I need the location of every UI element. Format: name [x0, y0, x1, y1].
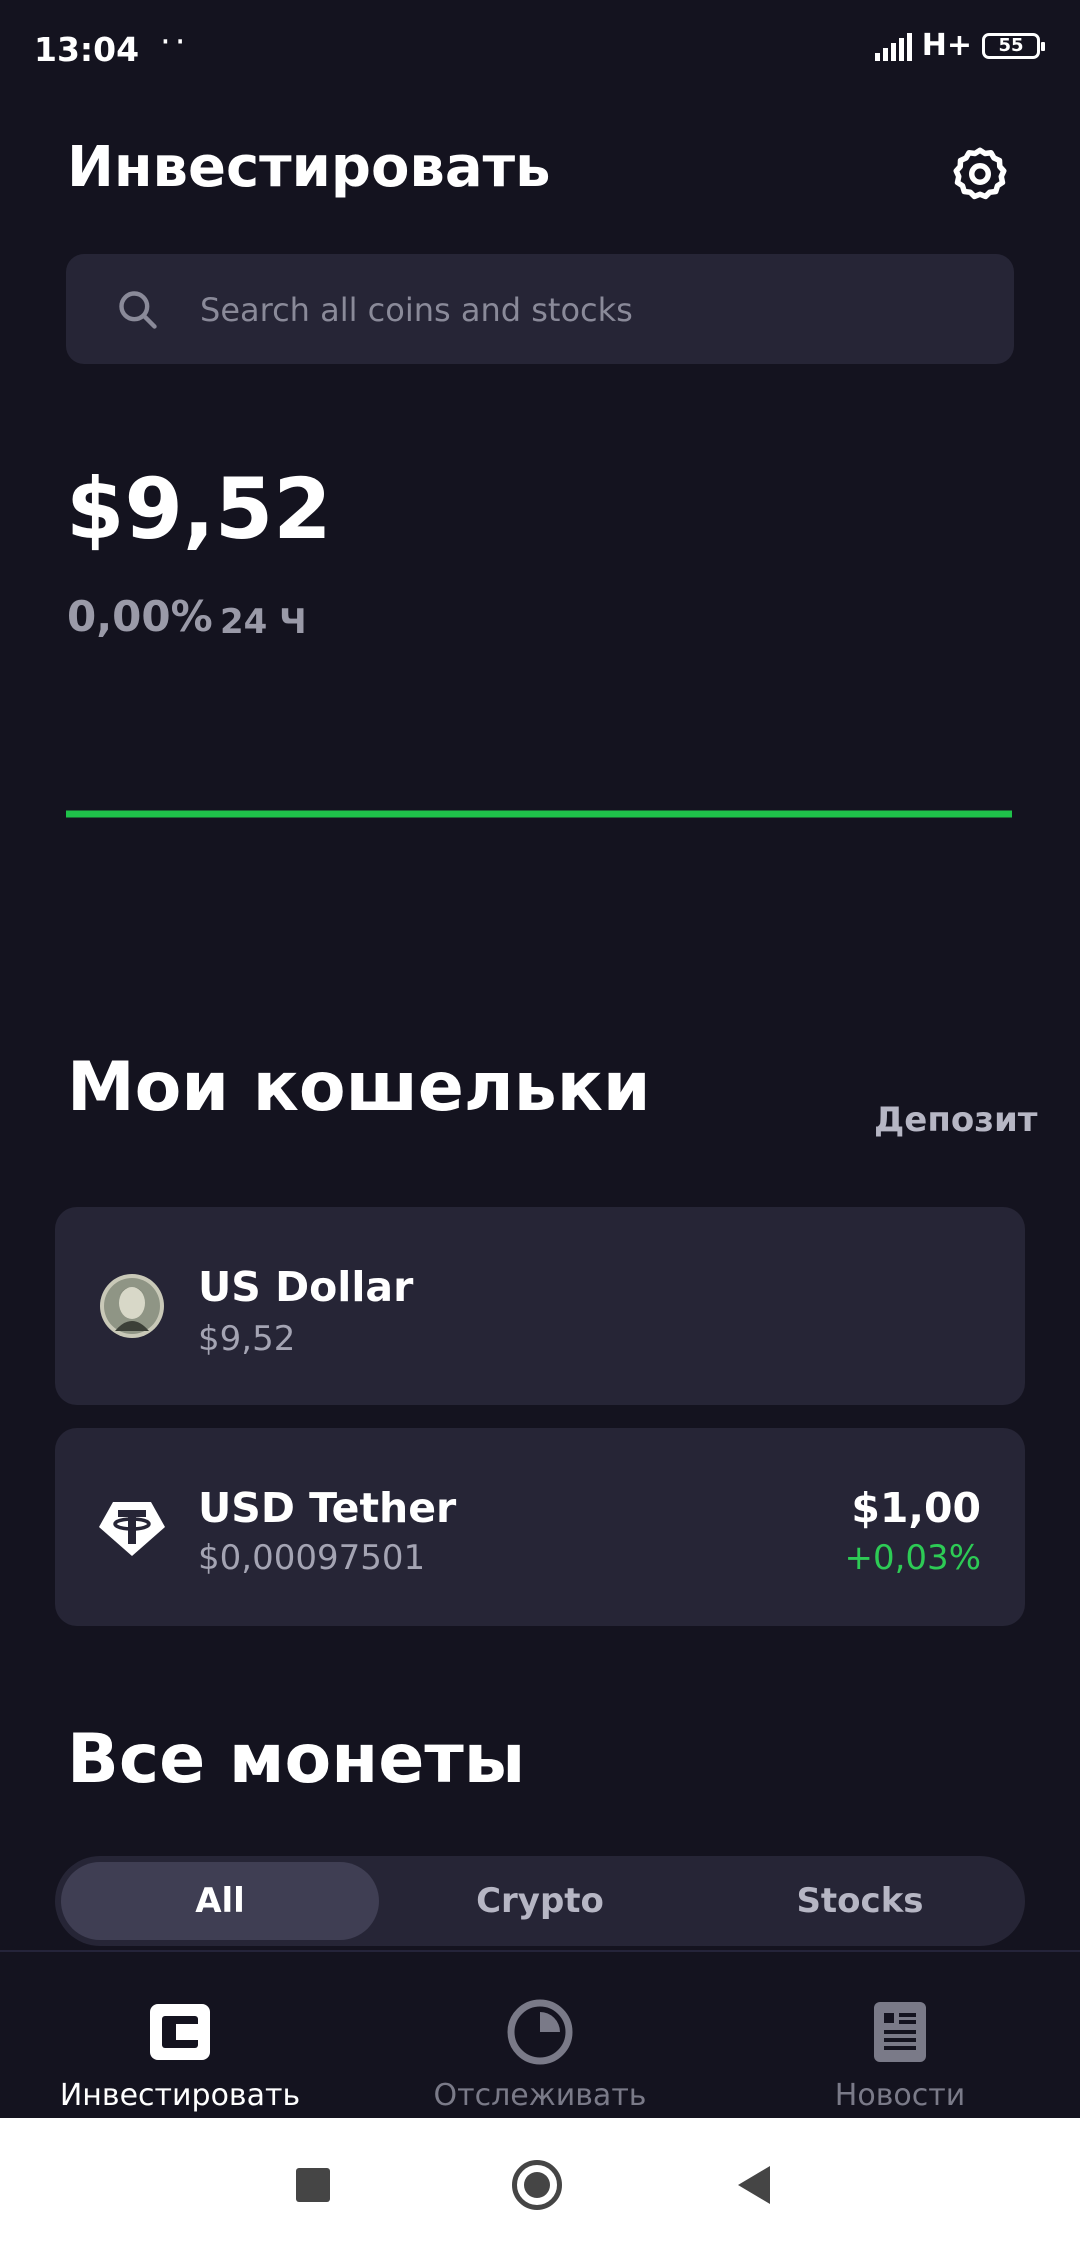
recents-icon[interactable]: [296, 2168, 330, 2202]
nav-news-label: Новости: [834, 2078, 966, 2113]
gear-icon[interactable]: [950, 144, 1010, 204]
nav-invest-label: Инвестировать: [59, 2078, 301, 2113]
portfolio-period: 24 Ч: [220, 602, 307, 642]
nav-divider: [0, 1950, 1080, 1952]
nav-track[interactable]: Отслеживать: [390, 1998, 690, 2113]
news-icon: [874, 2002, 926, 2062]
wallet-balance: $9,52: [198, 1319, 296, 1359]
deposit-button[interactable]: Депозит: [874, 1100, 1037, 1140]
all-coins-title: Все монеты: [67, 1720, 526, 1799]
status-time: 13:04: [34, 30, 140, 69]
wallet-card-usdt[interactable]: USD Tether $0,00097501 $1,00 +0,03%: [55, 1428, 1025, 1626]
wallet-name: US Dollar: [198, 1263, 414, 1311]
search-bar[interactable]: [66, 254, 1014, 364]
notification-dots: ··: [160, 22, 190, 62]
wallet-balance: $0,00097501: [198, 1538, 426, 1578]
nav-track-label: Отслеживать: [433, 2078, 647, 2113]
network-type: H+: [921, 28, 972, 63]
nav-invest[interactable]: Инвестировать: [30, 1998, 330, 2113]
tether-icon: [99, 1502, 165, 1556]
portfolio-change: 0,00%: [67, 592, 213, 641]
wallet-card-usd[interactable]: US Dollar $9,52: [55, 1207, 1025, 1405]
portfolio-chart: [66, 810, 1012, 818]
home-icon[interactable]: [512, 2160, 562, 2210]
battery-icon: 55: [982, 32, 1045, 59]
search-input[interactable]: [198, 280, 962, 340]
tab-crypto[interactable]: Crypto: [381, 1862, 699, 1940]
portfolio-balance: $9,52: [66, 460, 332, 558]
signal-icon: [874, 31, 912, 61]
nav-news[interactable]: Новости: [750, 1998, 1050, 2113]
wallets-title: Мои кошельки: [67, 1048, 651, 1127]
wallet-icon: [150, 2004, 210, 2060]
dollar-coin-icon: [100, 1274, 164, 1338]
tab-stocks[interactable]: Stocks: [701, 1862, 1019, 1940]
system-nav-bar: [0, 2118, 1080, 2248]
battery-level: 55: [998, 34, 1024, 56]
tab-all[interactable]: All: [61, 1862, 379, 1940]
coin-change: +0,03%: [844, 1538, 982, 1578]
status-indicators: H+ 55: [874, 28, 1045, 63]
search-icon: [119, 291, 157, 329]
coin-filter-tabs: All Crypto Stocks: [55, 1856, 1025, 1946]
back-icon[interactable]: [738, 2166, 770, 2204]
wallet-name: USD Tether: [198, 1484, 457, 1532]
page-title: Инвестировать: [67, 135, 551, 200]
pie-chart-icon: [507, 1999, 573, 2065]
coin-price: $1,00: [851, 1484, 981, 1532]
